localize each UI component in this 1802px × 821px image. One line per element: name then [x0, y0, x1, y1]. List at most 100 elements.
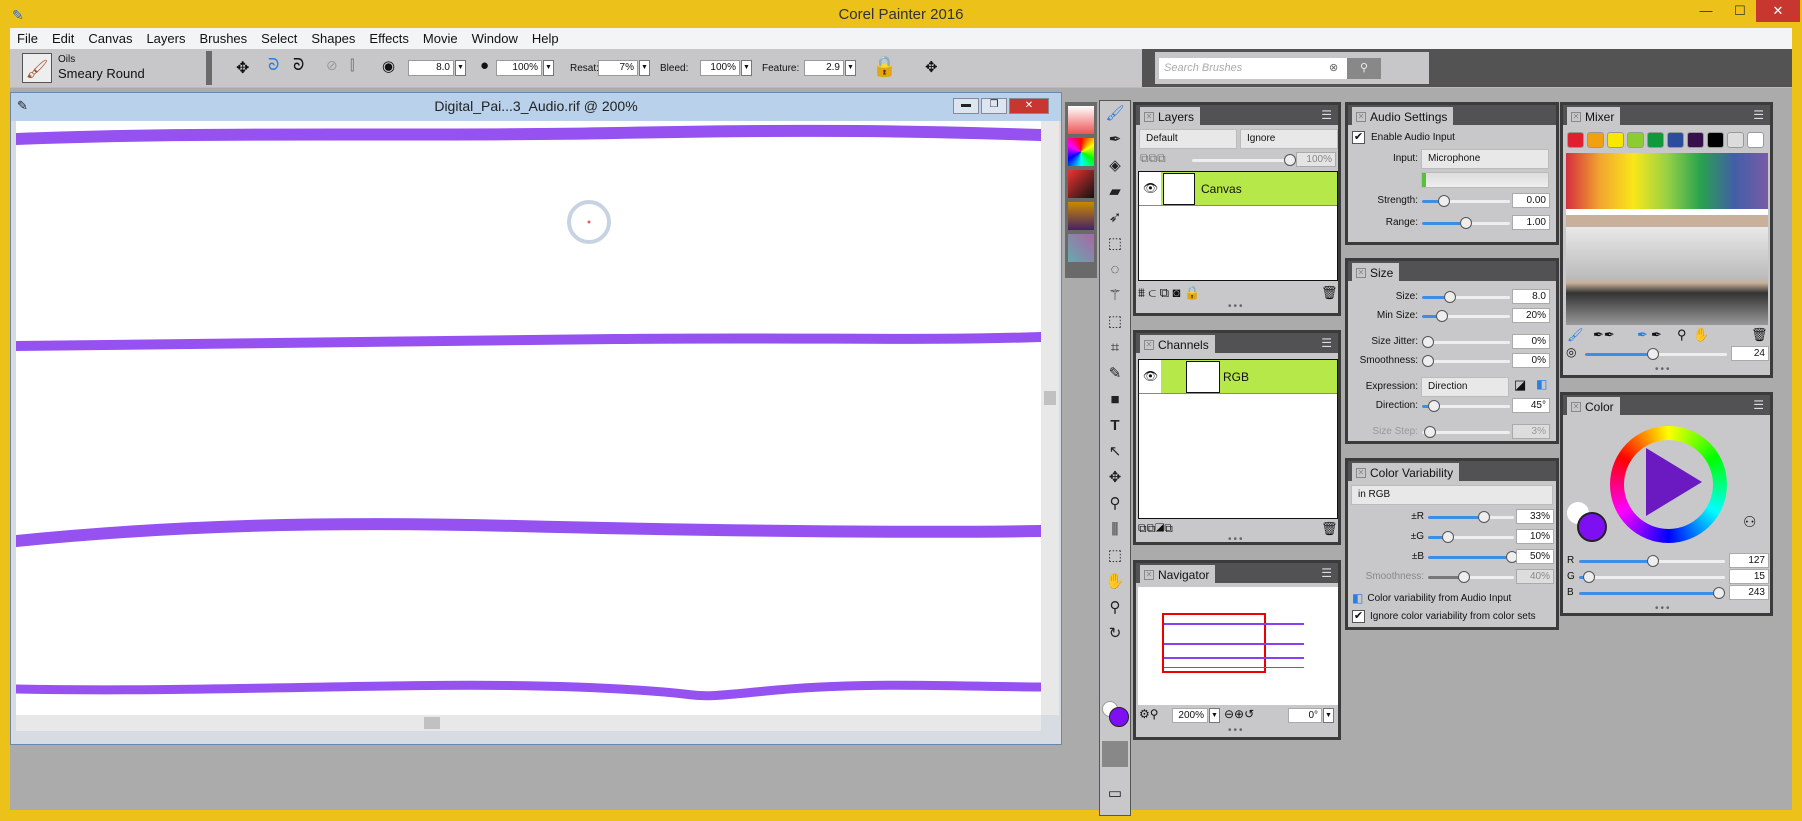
- layer-item-canvas[interactable]: 👁 Canvas: [1139, 172, 1337, 206]
- red-slider[interactable]: [1579, 555, 1725, 567]
- lasso-tool[interactable]: ◌: [1100, 257, 1130, 283]
- opacity-dropdown[interactable]: ▼: [543, 60, 554, 76]
- close-panel-icon[interactable]: ✕: [1356, 111, 1366, 122]
- color-swatch[interactable]: [1627, 132, 1644, 148]
- horizontal-scrollbar[interactable]: [16, 715, 1041, 731]
- size-value[interactable]: 8.0: [1512, 289, 1550, 304]
- delete-layer-icon[interactable]: 🗑: [1321, 285, 1338, 301]
- color-sets-icon[interactable]: [1068, 138, 1094, 166]
- lock-icon[interactable]: 🔒: [872, 54, 897, 79]
- smoothness-slider[interactable]: [1422, 355, 1510, 367]
- delete-channel-icon[interactable]: 🗑: [1321, 521, 1338, 537]
- bleed-dropdown[interactable]: ▼: [741, 60, 752, 76]
- freehand-stroke-icon[interactable]: ᘐ: [268, 57, 279, 75]
- navigator-settings-icon[interactable]: ⚙⚲: [1139, 707, 1159, 721]
- menu-select[interactable]: Select: [254, 28, 304, 49]
- color-swatch[interactable]: [1667, 132, 1684, 148]
- layer-opacity-value[interactable]: 100%: [1296, 152, 1336, 167]
- zoom-dropdown[interactable]: ▼: [1209, 708, 1220, 723]
- menu-canvas[interactable]: Canvas: [81, 28, 139, 49]
- mixer-brush-size-slider[interactable]: [1585, 348, 1727, 360]
- mixer-pad[interactable]: [1566, 153, 1768, 325]
- magic-wand-tool[interactable]: ⚚: [1100, 283, 1130, 309]
- size-input[interactable]: 8.0: [408, 60, 454, 76]
- vertical-scrollbar[interactable]: [1041, 121, 1059, 715]
- size-step-slider[interactable]: [1422, 426, 1510, 438]
- b-variability-value[interactable]: 50%: [1516, 549, 1554, 564]
- visibility-eye-icon[interactable]: 👁: [1143, 369, 1158, 383]
- sample-color-icon[interactable]: ✒: [1637, 327, 1648, 343]
- eraser-tool[interactable]: ▰: [1100, 179, 1130, 205]
- apply-color-icon[interactable]: 🖌: [1567, 327, 1584, 343]
- pattern-library-icon[interactable]: [1068, 202, 1094, 230]
- zoom-icon[interactable]: ⚲: [1677, 327, 1687, 343]
- color-swatch[interactable]: [1607, 132, 1624, 148]
- zoom-buttons-icon[interactable]: ⊖⊕↺: [1224, 707, 1254, 721]
- maximize-button[interactable]: ☐: [1724, 0, 1756, 22]
- close-panel-icon[interactable]: ✕: [1144, 339, 1154, 350]
- primary-color-swatch[interactable]: [1109, 707, 1129, 727]
- r-variability-slider[interactable]: [1428, 511, 1514, 523]
- rectangular-selection-tool[interactable]: ⬚: [1100, 231, 1130, 257]
- screen-mode-tool[interactable]: ▭: [1100, 781, 1130, 807]
- panel-menu-icon[interactable]: ☰: [1321, 336, 1332, 350]
- opacity-input[interactable]: 100%: [496, 60, 542, 76]
- expression-select[interactable]: Direction: [1421, 377, 1509, 397]
- blue-slider[interactable]: [1579, 587, 1725, 599]
- channel-item-rgb[interactable]: 👁 RGB: [1139, 360, 1337, 394]
- size-step-value[interactable]: 3%: [1512, 424, 1550, 439]
- perspective-tool[interactable]: ⬚: [1100, 543, 1130, 569]
- dropper-tool[interactable]: ✒: [1100, 127, 1130, 153]
- strength-value[interactable]: 0.00: [1512, 193, 1550, 208]
- resat-dropdown[interactable]: ▼: [639, 60, 650, 76]
- feature-dropdown[interactable]: ▼: [845, 60, 856, 76]
- panel-menu-icon[interactable]: ☰: [1753, 108, 1764, 122]
- rectangle-shape-tool[interactable]: ■: [1100, 387, 1130, 413]
- close-panel-icon[interactable]: ✕: [1144, 569, 1154, 580]
- color-stamp-icon[interactable]: ⚇: [1743, 513, 1756, 531]
- composite-depth-select[interactable]: Ignore: [1240, 129, 1338, 149]
- navigator-preview[interactable]: [1138, 587, 1338, 705]
- paper-selector[interactable]: [1102, 741, 1128, 767]
- navigator-zoom-value[interactable]: 200%: [1172, 708, 1208, 723]
- close-panel-icon[interactable]: ✕: [1571, 111, 1581, 122]
- min-size-slider[interactable]: [1422, 310, 1510, 322]
- menu-file[interactable]: File: [10, 28, 45, 49]
- channel-actions-icons[interactable]: ⧉⧉◪⧉: [1138, 521, 1173, 536]
- magnifier-tool[interactable]: ⚲: [1100, 595, 1130, 621]
- shape-selection-tool[interactable]: ↖: [1100, 439, 1130, 465]
- green-slider[interactable]: [1579, 571, 1725, 583]
- ignore-color-sets-checkbox[interactable]: ✔: [1352, 610, 1365, 623]
- doc-minimize-button[interactable]: ▬: [953, 98, 979, 114]
- pen-tool[interactable]: ✎: [1100, 361, 1130, 387]
- direction-slider[interactable]: [1422, 400, 1510, 412]
- feature-input[interactable]: 2.9: [804, 60, 844, 76]
- rotation-dropdown[interactable]: ▼: [1323, 708, 1334, 723]
- pan-icon[interactable]: ✋: [1693, 327, 1709, 343]
- doc-restore-button[interactable]: ❐: [981, 98, 1007, 114]
- range-slider[interactable]: [1422, 217, 1510, 229]
- layer-opacity-slider[interactable]: [1192, 154, 1296, 166]
- mirror-painting-tool[interactable]: ⫼: [1100, 517, 1130, 543]
- resat-input[interactable]: 7%: [598, 60, 638, 76]
- close-panel-icon[interactable]: ✕: [1356, 467, 1366, 478]
- mixer-brush-size-value[interactable]: 24: [1731, 346, 1769, 361]
- close-panel-icon[interactable]: ✕: [1571, 401, 1581, 412]
- min-size-value[interactable]: 20%: [1512, 308, 1550, 323]
- audio-expression-icon[interactable]: ◧: [1536, 377, 1547, 391]
- paper-library-icon[interactable]: [1068, 106, 1094, 134]
- invert-expression-icon[interactable]: ◪: [1514, 377, 1526, 393]
- brush-settings-icon[interactable]: ✥: [925, 58, 938, 76]
- layer-adjuster-tool[interactable]: ➶: [1100, 205, 1130, 231]
- doc-close-button[interactable]: ✕: [1009, 98, 1049, 114]
- smoothness-value[interactable]: 0%: [1512, 353, 1550, 368]
- paint-bucket-tool[interactable]: ◈: [1100, 153, 1130, 179]
- rotate-page-tool[interactable]: ↻: [1100, 621, 1130, 647]
- navigator-rotation-value[interactable]: 0°: [1288, 708, 1322, 723]
- brush-tool[interactable]: 🖌: [1100, 101, 1130, 127]
- g-variability-slider[interactable]: [1428, 531, 1514, 543]
- clear-search-icon[interactable]: ⊗: [1329, 61, 1338, 74]
- sample-multiple-icon[interactable]: ✒: [1651, 327, 1662, 343]
- nozzle-library-icon[interactable]: [1068, 234, 1094, 262]
- menu-shapes[interactable]: Shapes: [304, 28, 362, 49]
